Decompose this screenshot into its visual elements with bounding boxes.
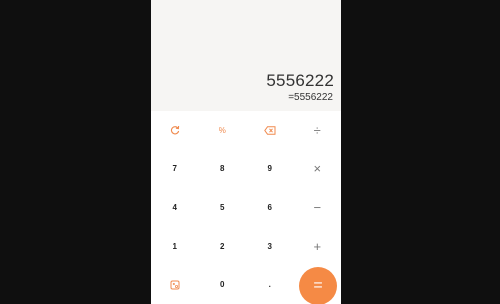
percent-button[interactable]: %	[199, 111, 247, 150]
minus-button[interactable]: −	[294, 188, 342, 227]
multiply-button[interactable]: ×	[294, 150, 342, 189]
digit-2-button[interactable]: 2	[199, 227, 247, 266]
digit-8-button[interactable]: 8	[199, 150, 247, 189]
digit-9-button[interactable]: 9	[246, 150, 294, 189]
backspace-button[interactable]	[246, 111, 294, 150]
digit-5-button[interactable]: 5	[199, 188, 247, 227]
refresh-clear-icon	[170, 126, 179, 135]
screen: 5556222 =5556222 % ÷ 7 8 9 × 4 5 6 − 1 2…	[0, 0, 500, 304]
calculator-app: 5556222 =5556222 % ÷ 7 8 9 × 4 5 6 − 1 2…	[151, 0, 341, 304]
result-display: =5556222	[288, 92, 333, 103]
function-toggle-icon	[170, 280, 180, 290]
function-toggle-button[interactable]	[151, 265, 199, 304]
decimal-point-button[interactable]: .	[246, 265, 294, 304]
keypad: % ÷ 7 8 9 × 4 5 6 − 1 2 3 + 0 . =	[151, 111, 341, 304]
digit-4-button[interactable]: 4	[151, 188, 199, 227]
digit-1-button[interactable]: 1	[151, 227, 199, 266]
digit-6-button[interactable]: 6	[246, 188, 294, 227]
divide-button[interactable]: ÷	[294, 111, 342, 150]
equals-button[interactable]: =	[299, 267, 337, 304]
digit-7-button[interactable]: 7	[151, 150, 199, 189]
plus-button[interactable]: +	[294, 227, 342, 266]
backspace-icon	[263, 126, 276, 135]
display-panel: 5556222 =5556222	[151, 0, 341, 111]
expression-display: 5556222	[266, 71, 334, 90]
clear-button[interactable]	[151, 111, 199, 150]
digit-0-button[interactable]: 0	[199, 265, 247, 304]
digit-3-button[interactable]: 3	[246, 227, 294, 266]
